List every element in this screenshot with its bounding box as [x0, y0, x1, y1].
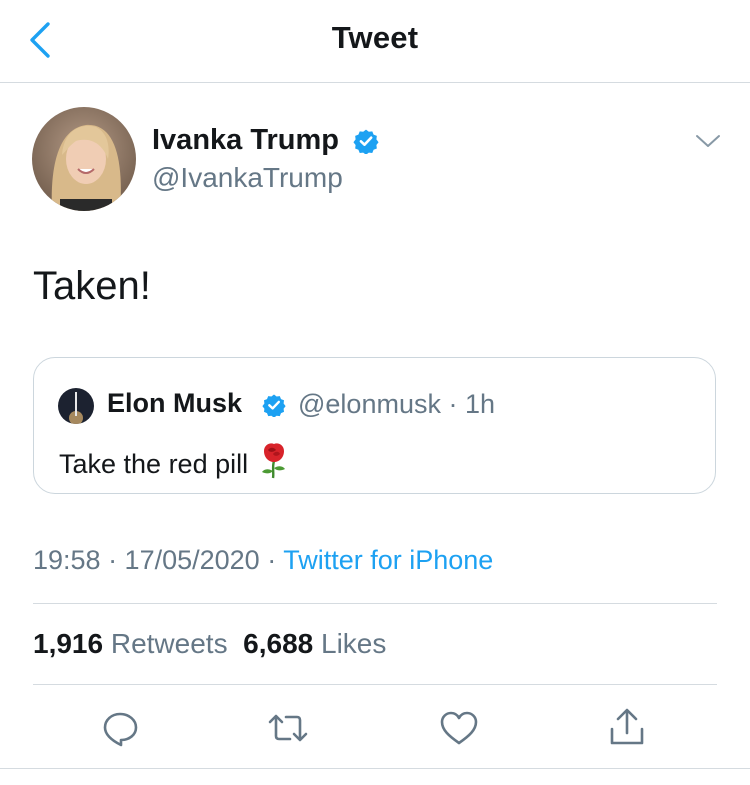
quoted-author-handle: @elonmusk — [298, 389, 441, 419]
retweet-button[interactable] — [266, 706, 310, 750]
quoted-tweet-text-row: Take the red pill — [59, 441, 290, 480]
more-options-button[interactable] — [693, 128, 723, 154]
chevron-down-icon — [696, 135, 720, 147]
author-avatar[interactable] — [32, 107, 136, 211]
tweet-detail-screen: Tweet Ivanka Trump @IvankaTrump Taken! E… — [0, 0, 750, 785]
author-handle[interactable]: @IvankaTrump — [152, 162, 343, 194]
verified-badge-icon — [353, 129, 379, 154]
retweets-label: Retweets — [110, 628, 228, 659]
like-button[interactable] — [437, 706, 481, 750]
quoted-author-avatar — [58, 388, 94, 424]
rose-emoji-icon — [262, 443, 286, 479]
avatar-photo — [32, 107, 136, 211]
divider — [33, 684, 717, 685]
retweets-stat[interactable]: 1,916 Retweets — [33, 628, 228, 659]
divider — [0, 768, 750, 769]
nav-header: Tweet — [0, 0, 750, 83]
reply-button[interactable] — [99, 706, 143, 750]
share-icon — [610, 708, 644, 745]
tweet-timestamp: 19:58 · 17/05/2020 · — [33, 545, 284, 575]
likes-count: 6,688 — [243, 628, 314, 659]
likes-stat[interactable]: 6,688 Likes — [243, 628, 386, 659]
quoted-author-name: Elon Musk — [107, 388, 243, 418]
quoted-tweet-meta: @elonmusk · 1h — [298, 389, 496, 419]
rocket-launch-avatar-icon — [58, 388, 94, 424]
divider — [33, 603, 717, 604]
quoted-tweet-text: Take the red pill — [59, 449, 249, 479]
retweets-count: 1,916 — [33, 628, 104, 659]
tweet-timestamp-line: 19:58 · 17/05/2020 · Twitter for iPhone — [33, 545, 493, 576]
retweet-icon — [268, 714, 308, 742]
share-button[interactable] — [605, 706, 649, 750]
quoted-tweet-card[interactable]: Elon Musk @elonmusk · 1h Take the red pi… — [33, 357, 716, 494]
tweet-source-link[interactable]: Twitter for iPhone — [283, 545, 493, 575]
tweet-text: Taken! — [33, 264, 151, 308]
quoted-tweet-age: 1h — [464, 389, 496, 419]
reply-icon — [103, 712, 138, 747]
author-name[interactable]: Ivanka Trump — [152, 124, 339, 157]
heart-icon — [440, 711, 478, 745]
page-title: Tweet — [331, 20, 419, 55]
likes-label: Likes — [321, 628, 387, 659]
verified-badge-icon — [262, 394, 286, 417]
tweet-stats: 1,916 Retweets 6,688 Likes — [33, 628, 386, 660]
